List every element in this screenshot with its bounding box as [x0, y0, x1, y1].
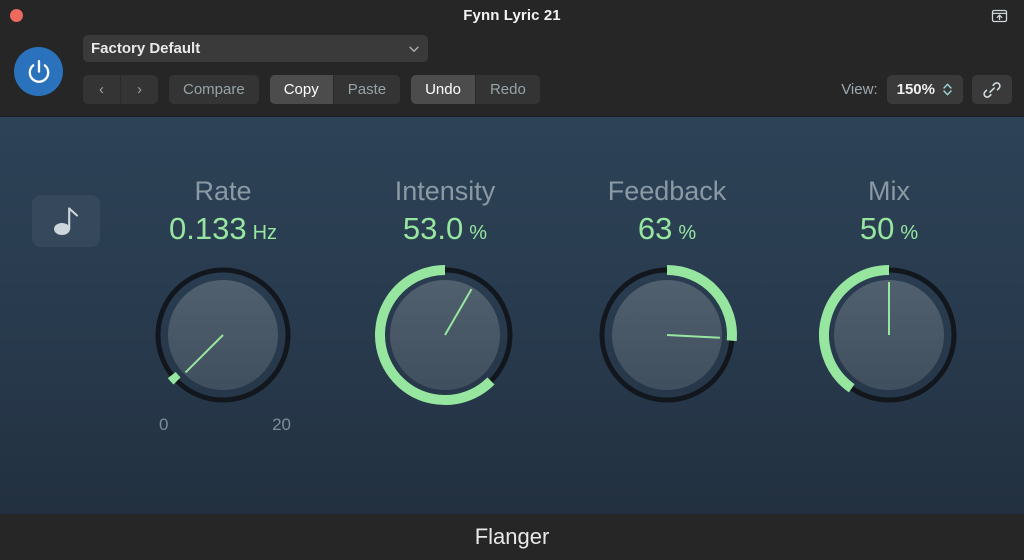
toolbar: Factory Default ‹ › Compare Copy Paste U… — [0, 32, 1024, 116]
knob-value-unit: % — [469, 222, 488, 244]
knob-label: Rate — [194, 176, 252, 206]
knob-row: Rate 0.133 Hz 0 20 Intensity 53.0% Feedback 63% M… — [0, 175, 1024, 435]
knob-mix[interactable]: Mix 50% — [778, 175, 1000, 435]
link-button[interactable] — [972, 75, 1012, 104]
knob-scale-max: 20 — [272, 415, 291, 434]
knob-label: Feedback — [607, 176, 727, 206]
link-chain-icon — [983, 81, 1001, 98]
next-preset-button[interactable]: › — [120, 75, 158, 104]
preset-name: Factory Default — [91, 40, 201, 57]
knob-dial[interactable] — [371, 261, 519, 409]
knob-value-readout[interactable]: 63% — [638, 211, 696, 251]
preset-dropdown[interactable]: Factory Default — [83, 35, 428, 62]
knob-scale — [371, 415, 519, 435]
knob-dial[interactable] — [593, 261, 741, 409]
knob-value-unit: % — [900, 222, 919, 244]
knob-graphic — [819, 265, 957, 403]
knob-value-arc — [167, 371, 181, 385]
knob-graphic — [155, 267, 291, 403]
copy-paste-group: Copy Paste — [269, 75, 401, 104]
knob-value-readout[interactable]: 0.133 Hz — [169, 211, 277, 251]
window-title: Fynn Lyric 21 — [463, 7, 561, 24]
knob-value-number: 63 — [637, 211, 673, 246]
power-button[interactable] — [14, 47, 63, 96]
knob-value-number: 0.133 — [168, 211, 247, 246]
knob-value-readout[interactable]: 53.0% — [403, 211, 487, 251]
knob-scale — [815, 415, 963, 435]
view-zoom-stepper[interactable]: 150% — [886, 75, 963, 104]
plugin-window: Fynn Lyric 21 Factory Default ‹ › Compar… — [0, 0, 1024, 560]
up-down-chevron-icon — [943, 83, 952, 96]
plugin-name: Flanger — [474, 524, 550, 549]
footer-bar: Flanger — [0, 514, 1024, 560]
view-label: View: — [841, 81, 878, 98]
copy-button[interactable]: Copy — [269, 75, 333, 104]
knob-value-number: 50 — [859, 211, 895, 246]
knob-graphic — [375, 265, 513, 405]
knob-dial[interactable] — [815, 261, 963, 409]
plugin-main-panel: Rate 0.133 Hz 0 20 Intensity 53.0% Feedback 63% M… — [0, 116, 1024, 514]
chevron-down-icon — [409, 46, 419, 52]
undo-redo-group: Undo Redo — [411, 75, 540, 104]
compare-button[interactable]: Compare — [169, 75, 259, 104]
paste-button[interactable]: Paste — [332, 75, 400, 104]
export-window-up-arrow-icon — [991, 9, 1007, 23]
undo-button[interactable]: Undo — [411, 75, 475, 104]
knob-label: Mix — [868, 176, 910, 206]
prev-preset-button[interactable]: ‹ — [83, 75, 120, 104]
knob-dial[interactable] — [149, 261, 297, 409]
knob-value-number: 53.0 — [402, 211, 464, 246]
knob-graphic — [599, 265, 737, 403]
view-controls: View: 150% — [841, 75, 1012, 104]
knob-feedback[interactable]: Feedback 63% — [556, 175, 778, 435]
knob-value-readout[interactable]: 50% — [860, 211, 918, 251]
export-button[interactable] — [986, 4, 1012, 28]
knob-value-unit: Hz — [252, 222, 278, 244]
redo-button[interactable]: Redo — [474, 75, 540, 104]
knob-rate[interactable]: Rate 0.133 Hz 0 20 — [112, 175, 334, 435]
knob-scale — [593, 415, 741, 435]
knob-value-unit: % — [678, 222, 697, 244]
knob-scale: 0 20 — [149, 415, 297, 435]
toolbar-button-row: ‹ › Compare Copy Paste Undo Redo — [83, 75, 540, 104]
view-zoom-value: 150% — [896, 81, 935, 98]
preset-nav-group: ‹ › — [83, 75, 158, 104]
power-icon — [28, 59, 49, 83]
knob-intensity[interactable]: Intensity 53.0% — [334, 175, 556, 435]
knob-label: Intensity — [394, 176, 496, 206]
title-bar: Fynn Lyric 21 — [0, 0, 1024, 32]
knob-scale-min: 0 — [159, 415, 169, 434]
